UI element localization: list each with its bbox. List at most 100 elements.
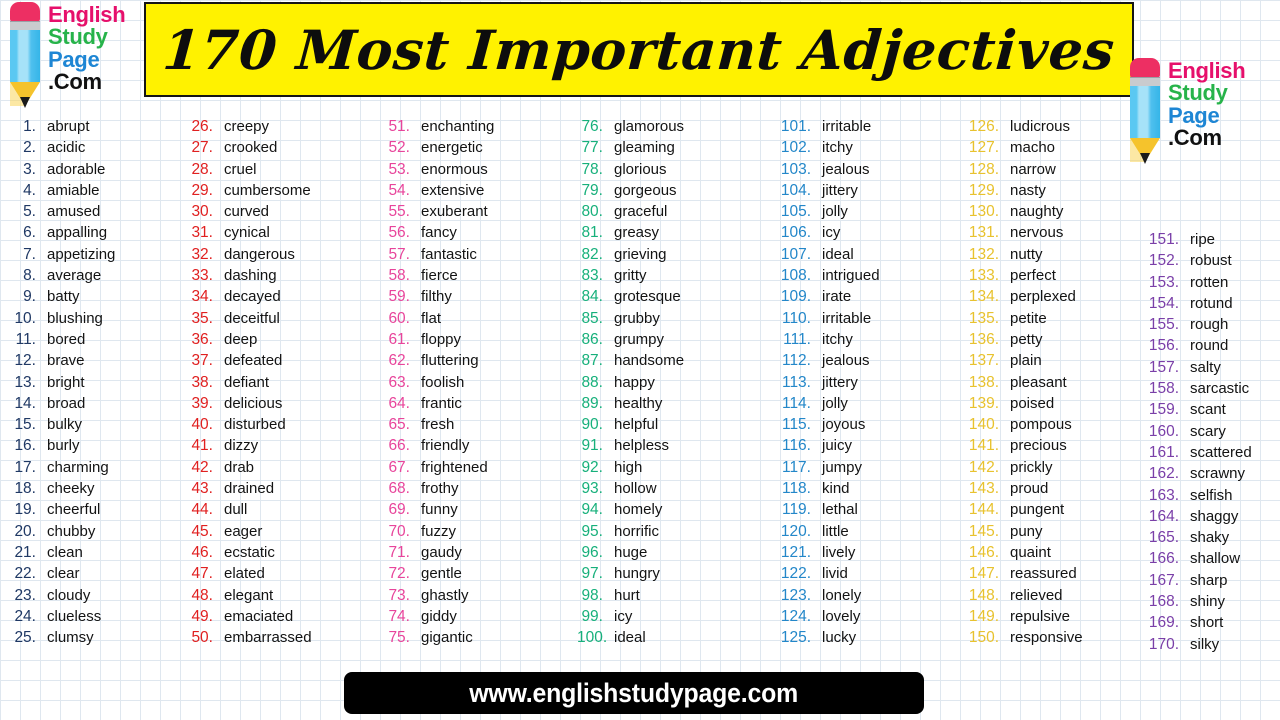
list-item-word: cumbersome [224, 181, 311, 199]
list-item-word: lively [822, 543, 856, 561]
list-item: 84. grotesque [577, 288, 773, 309]
list-item: 142. prickly [966, 459, 1141, 480]
list-item: 68. frothy [384, 480, 572, 501]
list-item-number: 121. [780, 543, 811, 561]
list-item-number: 2. [23, 139, 36, 157]
list-item-word: batty [47, 288, 80, 306]
list-item-word: energetic [421, 139, 483, 157]
list-item-word: pungent [1010, 501, 1065, 519]
list-item-number: 140. [968, 416, 999, 434]
list-item-word: hollow [614, 480, 657, 498]
list-item: 65. fresh [384, 416, 572, 437]
list-item-number: 29. [191, 181, 213, 199]
list-item: 139. poised [966, 395, 1141, 416]
list-item-word: friendly [421, 437, 470, 455]
adjective-column-3: 51. enchanting 52. energetic 53. enormous 54. e… [384, 118, 572, 650]
list-item: 51. enchanting [384, 118, 572, 139]
list-item-word: repulsive [1010, 607, 1071, 625]
list-item: 99. icy [577, 608, 773, 629]
list-item: 16. burly [10, 437, 185, 458]
list-item-word: silky [1190, 635, 1220, 653]
list-item-word: handsome [614, 352, 685, 370]
list-item: 96. huge [577, 544, 773, 565]
list-item-number: 6. [23, 224, 36, 242]
list-item-word: average [47, 267, 102, 285]
adjective-column-6: 126. ludicrous 127. macho 128. narrow 129. nast… [966, 118, 1141, 650]
list-item-number: 14. [14, 394, 36, 412]
list-item-word: icy [614, 607, 633, 625]
list-item-number: 100. [577, 629, 608, 647]
list-item-word: round [1190, 337, 1229, 355]
list-item: 150. responsive [966, 629, 1141, 650]
list-item-word: jealous [822, 352, 870, 370]
list-item-number: 71. [388, 543, 410, 561]
list-item-number: 75. [388, 629, 410, 647]
list-item: 121. lively [778, 544, 964, 565]
list-item-number: 88. [581, 373, 603, 391]
list-item-number: 155. [1148, 316, 1179, 334]
list-item: 111. itchy [778, 331, 964, 352]
list-item-word: shiny [1190, 593, 1226, 611]
list-item-word: little [822, 522, 849, 540]
list-item: 156. round [1146, 337, 1280, 358]
list-item-word: fantastic [421, 245, 477, 263]
list-item-word: grumpy [614, 330, 665, 348]
list-item-word: gentle [421, 565, 462, 583]
list-item-number: 33. [191, 267, 213, 285]
list-item-number: 143. [968, 480, 999, 498]
list-item-word: perplexed [1010, 288, 1076, 306]
list-item-number: 16. [14, 437, 36, 455]
list-item-word: gleaming [614, 139, 675, 157]
list-item-word: dull [224, 501, 248, 519]
list-item: 25. clumsy [10, 629, 185, 650]
list-item: 53. enormous [384, 161, 572, 182]
list-item-number: 62. [388, 352, 410, 370]
list-item-word: scary [1190, 422, 1226, 440]
list-item-word: irritable [822, 118, 872, 135]
list-item-word: shaggy [1190, 507, 1239, 525]
list-item-word: shaky [1190, 529, 1230, 547]
list-item-number: 11. [15, 330, 36, 348]
page-title: 170 Most Important Adjectives [160, 17, 1118, 82]
pencil-body [10, 30, 40, 82]
list-item: 64. frantic [384, 395, 572, 416]
list-item-word: glamorous [614, 118, 685, 135]
list-item-number: 110. [781, 309, 811, 327]
list-item-word: jolly [822, 394, 848, 412]
list-item-number: 146. [968, 543, 999, 561]
list-item-word: jealous [822, 160, 870, 178]
list-item: 87. handsome [577, 352, 773, 373]
list-item-number: 56. [388, 224, 410, 242]
pencil-eraser [1130, 58, 1160, 78]
list-item-number: 20. [14, 522, 36, 540]
list-item-number: 95. [581, 522, 603, 540]
list-item: 152. robust [1146, 252, 1280, 273]
list-item-word: petite [1010, 309, 1047, 327]
list-item: 5. amused [10, 203, 185, 224]
list-item-number: 60. [388, 309, 410, 327]
list-item-number: 43. [191, 480, 213, 498]
list-item: 18. cheeky [10, 480, 185, 501]
list-item-number: 153. [1148, 273, 1179, 291]
list-item-word: fierce [421, 267, 458, 285]
list-item-word: scant [1190, 401, 1226, 419]
list-item: 112. jealous [778, 352, 964, 373]
list-item-number: 150. [968, 629, 999, 647]
list-item: 70. fuzzy [384, 523, 572, 544]
list-item-number: 141. [968, 437, 999, 455]
list-item-word: irritable [822, 309, 872, 327]
list-item-number: 90. [581, 416, 603, 434]
list-item: 32. dangerous [187, 246, 380, 267]
list-item-number: 158. [1148, 380, 1179, 398]
list-item-word: cynical [224, 224, 270, 242]
logo-line-study: Study [1168, 80, 1228, 106]
list-item-word: defiant [224, 373, 270, 391]
list-item: 160. scary [1146, 423, 1280, 444]
list-item-number: 32. [191, 245, 213, 263]
list-item: 58. fierce [384, 267, 572, 288]
list-item-word: icy [822, 224, 841, 242]
list-item: 17. charming [10, 459, 185, 480]
list-item-number: 82. [581, 245, 603, 263]
list-item: 22. clear [10, 565, 185, 586]
list-item-number: 13. [14, 373, 36, 391]
